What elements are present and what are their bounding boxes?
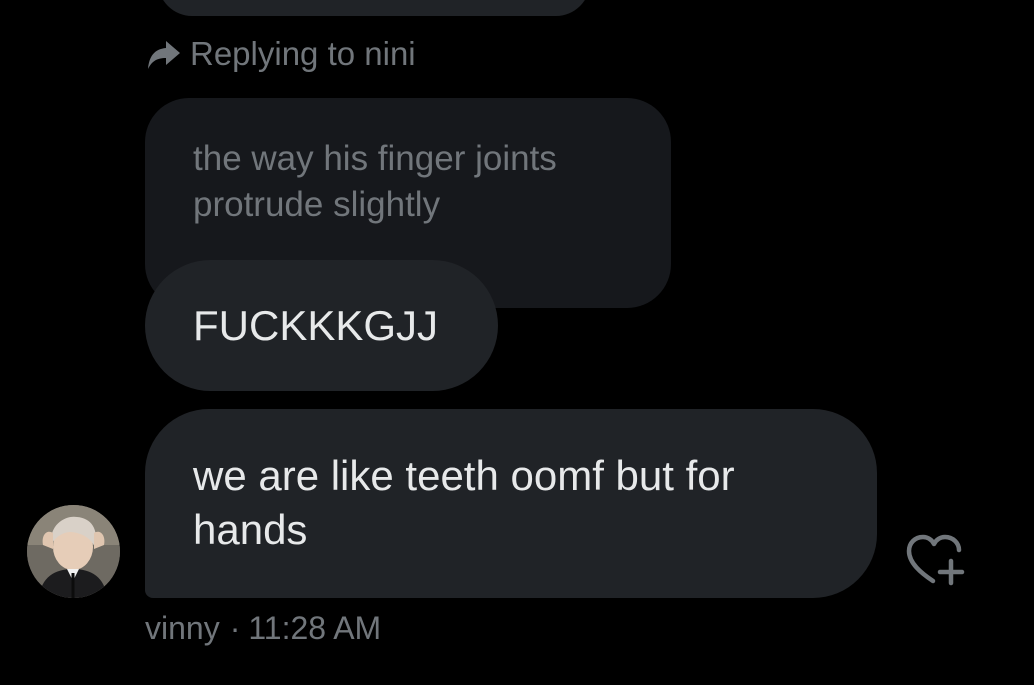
avatar[interactable] [27,505,120,598]
reply-context: Replying to nini [146,34,416,74]
message-text: we are like teeth oomf but for hands [193,452,735,553]
reply-context-label: Replying to nini [190,35,416,72]
message-bubble[interactable]: FUCKKKGJJ [145,260,498,391]
quoted-message-text: the way his finger joints protrude sligh… [193,139,557,224]
meta-separator: · [229,609,241,646]
previous-message-bubble[interactable] [158,0,590,16]
message-bubble[interactable]: we are like teeth oomf but for hands [145,409,877,598]
add-reaction-button[interactable] [903,533,969,594]
message-meta: vinny · 11:28 AM [145,608,381,648]
message-timestamp: 11:28 AM [248,609,382,646]
sender-name: vinny [145,609,220,646]
message-text: FUCKKKGJJ [193,301,439,349]
reply-arrow-icon [146,37,182,71]
heart-plus-icon [903,533,969,594]
